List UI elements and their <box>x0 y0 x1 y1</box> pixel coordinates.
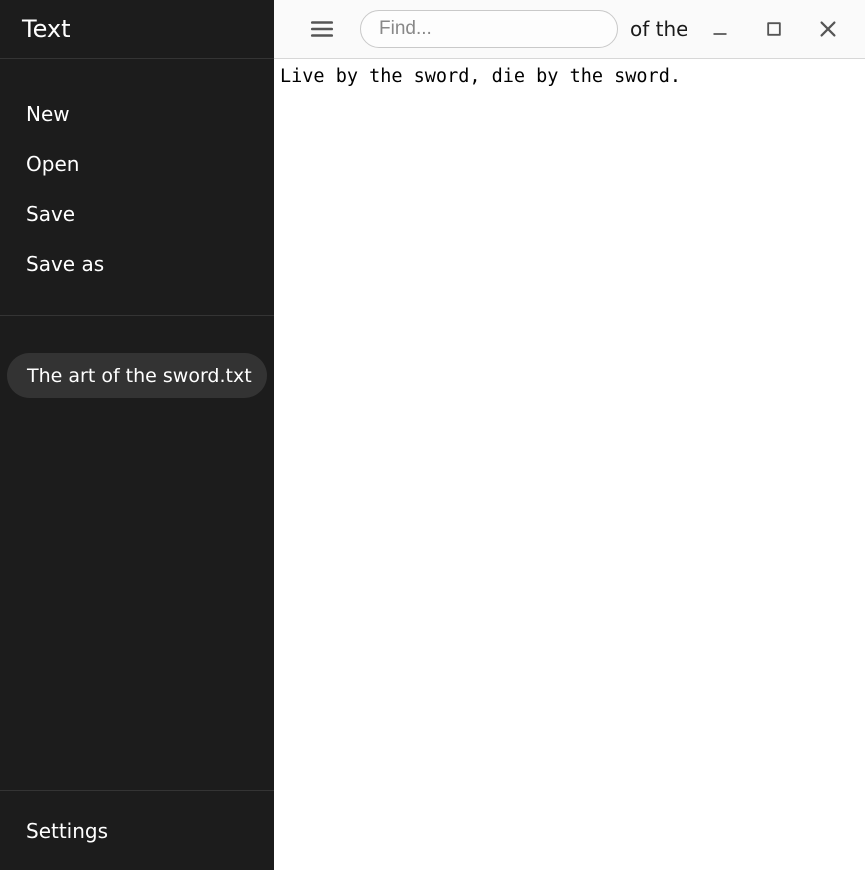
main-area: of the sw Live by the sword, die by the … <box>274 0 865 870</box>
text-editor[interactable]: Live by the sword, die by the sword. <box>274 59 865 870</box>
header-bar: of the sw <box>274 0 865 59</box>
close-button[interactable] <box>801 9 855 49</box>
sidebar-bottom: Settings <box>0 791 274 870</box>
minimize-button[interactable] <box>693 9 747 49</box>
menu-icon[interactable] <box>304 11 340 47</box>
sidebar: Text New Open Save Save as The art of th… <box>0 0 274 870</box>
document-title: of the sw <box>630 17 687 41</box>
file-tab[interactable]: The art of the sword.txt <box>7 353 267 398</box>
open-files-list: The art of the sword.txt <box>0 316 274 791</box>
save-as-button[interactable]: Save as <box>0 239 274 289</box>
settings-button[interactable]: Settings <box>0 806 274 856</box>
file-menu-section: New Open Save Save as <box>0 59 274 316</box>
new-button[interactable]: New <box>0 89 274 139</box>
header-title-area: of the sw <box>360 10 687 48</box>
open-button[interactable]: Open <box>0 139 274 189</box>
maximize-button[interactable] <box>747 9 801 49</box>
find-input[interactable] <box>360 10 618 48</box>
save-button[interactable]: Save <box>0 189 274 239</box>
app-title: Text <box>0 0 274 59</box>
